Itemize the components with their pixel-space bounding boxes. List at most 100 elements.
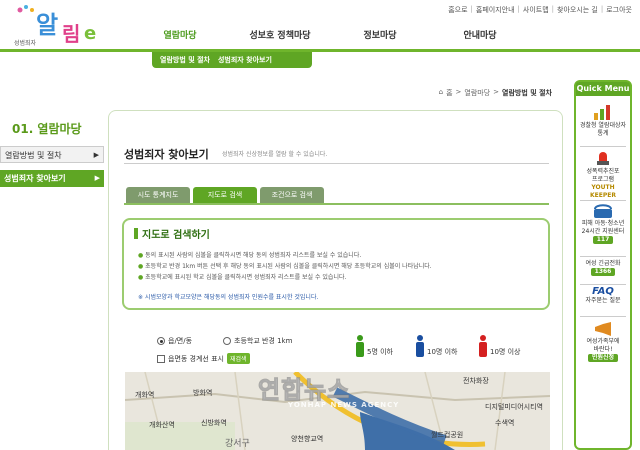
breadcrumb-current: 열람방법 및 절차 bbox=[502, 89, 552, 97]
left-nav-item-procedure[interactable]: 열람방법 및 절차 ▶ bbox=[0, 146, 104, 163]
quick-item-label: 자주묻는 질문 bbox=[585, 297, 621, 304]
quick-item-label: 통계 bbox=[597, 130, 609, 137]
research-button[interactable]: 재검색 bbox=[226, 353, 250, 364]
map-label: 월드컵공원 bbox=[431, 431, 464, 439]
quick-item-117[interactable]: 피해 아동·청소년 24시간 지원센터 117 bbox=[578, 204, 628, 244]
search-tabs: 시도 통계지도 지도로 검색 조건으로 검색 bbox=[126, 187, 324, 203]
boundary-checkbox[interactable] bbox=[157, 354, 165, 363]
gnb-item-guide[interactable]: 안내마당 bbox=[430, 24, 530, 48]
legend-label: 10명 이하 bbox=[427, 348, 458, 356]
subnav-item-procedure[interactable]: 열람방법 및 절차 bbox=[160, 55, 210, 65]
divider bbox=[124, 163, 549, 164]
quick-menu-title: Quick Menu bbox=[576, 82, 630, 96]
watermark: 연합뉴스 bbox=[257, 376, 351, 405]
quick-item-1366[interactable]: 여성 긴급전화 1366 bbox=[578, 260, 628, 276]
left-nav-item-search[interactable]: 성범죄자 찾아보기 ▶ bbox=[0, 170, 104, 187]
map-label: 신방화역 bbox=[201, 419, 227, 427]
map-label: 디지털미디어시티역 bbox=[485, 403, 543, 411]
quick-item-stats[interactable]: 경찰청 열람대상자 통계 bbox=[578, 104, 628, 138]
checkbox-label: 읍면동 경계선 표시 bbox=[168, 354, 224, 363]
legend-item-green: 5명 이하 bbox=[355, 335, 393, 357]
left-nav-title: 01. 열람마당 bbox=[12, 122, 82, 136]
divider bbox=[580, 256, 626, 257]
gnb-item-info[interactable]: 정보마당 bbox=[330, 24, 430, 48]
home-icon: ⌂ bbox=[438, 88, 444, 96]
faq-icon: FAQ bbox=[592, 286, 614, 297]
quick-item-petition[interactable]: 여성가족부에 바란다! 민원신청 bbox=[578, 322, 628, 362]
phone-icon bbox=[594, 204, 612, 218]
map-label: 전차화장 bbox=[463, 377, 489, 385]
siren-icon bbox=[597, 152, 609, 165]
global-nav: 열람마당 성보호 정책마당 정보마당 안내마당 bbox=[130, 24, 530, 48]
tab-stats-map[interactable]: 시도 통계지도 bbox=[126, 187, 190, 203]
divider bbox=[580, 316, 626, 317]
util-link-guide[interactable]: 홈페이지안내 bbox=[476, 5, 515, 15]
left-nav-item-label: 열람방법 및 절차 bbox=[5, 151, 62, 160]
hotline-number: 1366 bbox=[590, 268, 616, 276]
legend-label: 5명 이하 bbox=[367, 348, 393, 356]
chevron-right-icon: ▶ bbox=[94, 174, 100, 182]
tab-condition-search[interactable]: 조건으로 검색 bbox=[260, 187, 324, 203]
util-link-logout[interactable]: 로그아웃 bbox=[606, 5, 632, 15]
gnb-item-browse[interactable]: 열람마당 bbox=[130, 24, 230, 48]
radio-button[interactable] bbox=[223, 337, 231, 345]
radio-option-school[interactable]: 초등학교 반경 1km bbox=[223, 336, 292, 346]
map-label: 강서구 bbox=[225, 439, 250, 449]
tab-underline bbox=[124, 203, 549, 205]
util-link-sitemap[interactable]: 사이트맵 bbox=[523, 5, 549, 15]
watermark-sub: YONHAP NEWS AGENCY bbox=[288, 401, 400, 409]
svg-text:e: e bbox=[84, 23, 96, 44]
quick-menu: Quick Menu 경찰청 열람대상자 통계 성폭력추진포 프로그램 YOUT… bbox=[574, 80, 632, 450]
svg-text:림: 림 bbox=[62, 22, 80, 46]
utility-links: 홈으로 | 홈페이지안내 | 사이트맵 | 찾아오시는 길 | 로그아웃 bbox=[448, 5, 632, 15]
left-nav-item-label: 성범죄자 찾아보기 bbox=[4, 174, 66, 183]
info-box: 지도로 검색하기 동의 표시된 사람의 심볼을 클릭하시면 해당 동의 성범죄자… bbox=[122, 218, 550, 310]
sub-nav: 열람방법 및 절차 성범죄자 찾아보기 bbox=[152, 52, 312, 68]
svg-text:성범죄자: 성범죄자 bbox=[14, 39, 37, 47]
info-list-item: 초등학교 반경 1km 버튼 선택 후 해당 동의 표시된 사람의 심볼을 클릭… bbox=[138, 261, 432, 272]
util-link-directions[interactable]: 찾아오시는 길 bbox=[557, 5, 598, 15]
divider bbox=[580, 200, 626, 201]
map-label: 방화역 bbox=[193, 389, 213, 397]
util-link-home[interactable]: 홈으로 bbox=[448, 5, 467, 15]
divider bbox=[580, 284, 626, 285]
breadcrumb: ⌂ 홈 > 열람마당 > 열람방법 및 절차 bbox=[438, 88, 552, 98]
person-red-icon bbox=[479, 335, 487, 357]
boundary-checkbox-row: 읍면동 경계선 표시 재검색 bbox=[157, 353, 250, 364]
quick-item-label: 여성 긴급전화 bbox=[585, 260, 621, 267]
person-blue-icon bbox=[416, 335, 424, 357]
svg-text:알: 알 bbox=[36, 11, 58, 39]
info-note: ※ 시범모양과 학교모양은 해당동의 성범죄자 인원수를 표시한 것입니다. bbox=[138, 294, 319, 301]
bar-chart-icon bbox=[594, 105, 610, 120]
legend-item-red: 10명 이상 bbox=[478, 335, 520, 357]
quick-item-label: 24시간 지원센터 bbox=[581, 228, 625, 235]
breadcrumb-home[interactable]: 홈 bbox=[446, 88, 452, 98]
page-description: 성범죄자 신상정보를 열람 할 수 있습니다. bbox=[222, 151, 328, 158]
hotline-number: 117 bbox=[592, 236, 614, 244]
quick-item-label: 성폭력추진포 bbox=[586, 168, 620, 175]
radio-label: 읍/면/동 bbox=[168, 337, 193, 345]
radio-option-dong[interactable]: 읍/면/동 bbox=[157, 336, 192, 346]
map-label: 양천향교역 bbox=[291, 435, 324, 443]
map-label: 개화역 bbox=[135, 391, 155, 399]
breadcrumb-browse[interactable]: 열람마당 bbox=[464, 88, 490, 98]
youth-keeper-tag: YOUTH KEEPER bbox=[590, 184, 616, 199]
radio-button-selected[interactable] bbox=[157, 337, 165, 345]
subnav-item-search[interactable]: 성범죄자 찾아보기 bbox=[218, 55, 272, 65]
quick-item-label: 여성가족부에 bbox=[586, 338, 620, 345]
map-label: 수색역 bbox=[495, 419, 515, 427]
divider bbox=[580, 146, 626, 147]
quick-item-youth-keeper[interactable]: 성폭력추진포 프로그램 YOUTH KEEPER bbox=[578, 150, 628, 200]
person-green-icon bbox=[356, 335, 364, 357]
quick-item-label: 바란다! bbox=[593, 346, 613, 353]
radio-label: 초등학교 반경 1km bbox=[234, 337, 293, 345]
gnb-underline bbox=[0, 49, 640, 52]
info-list-item: 동의 표시된 사람의 심볼을 클릭하시면 해당 동의 성범죄자 리스트를 보실 … bbox=[138, 250, 432, 261]
quick-item-label: 프로그램 bbox=[591, 176, 615, 183]
tab-map-search[interactable]: 지도로 검색 bbox=[193, 187, 257, 203]
info-box-title-text: 지도로 검색하기 bbox=[142, 230, 210, 241]
petition-button[interactable]: 민원신청 bbox=[587, 354, 619, 362]
site-logo[interactable]: 알 림 e 성범죄자 bbox=[12, 3, 102, 47]
gnb-item-policy[interactable]: 성보호 정책마당 bbox=[230, 24, 330, 48]
quick-item-faq[interactable]: FAQ 자주묻는 질문 bbox=[578, 286, 628, 305]
